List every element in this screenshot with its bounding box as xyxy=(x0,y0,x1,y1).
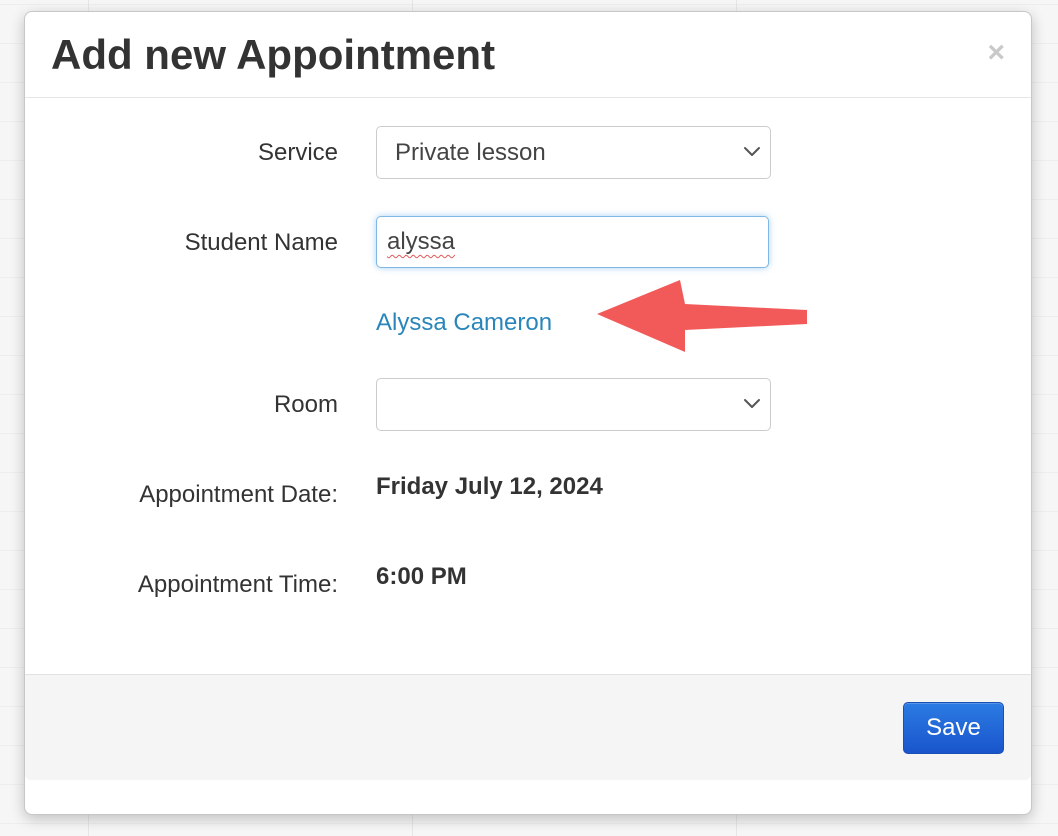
modal-title: Add new Appointment xyxy=(51,31,496,78)
appointment-time-label: Appointment Time: xyxy=(137,571,338,598)
service-select[interactable]: Private lesson xyxy=(376,126,771,179)
modal-header: Add new Appointment × xyxy=(25,12,1031,98)
close-icon[interactable]: × xyxy=(987,36,1005,70)
service-label: Service xyxy=(257,139,338,166)
student-name-label: Student Name xyxy=(184,229,338,256)
arrow-left-icon xyxy=(597,280,807,352)
appointment-date-value: Friday July 12, 2024 xyxy=(376,473,603,500)
service-selected-value: Private lesson xyxy=(395,139,546,166)
student-name-value: alyssa xyxy=(387,228,456,255)
appointment-modal: Add new Appointment × Service Private le… xyxy=(24,11,1032,815)
room-select[interactable] xyxy=(376,378,771,431)
appointment-date-label: Appointment Date: xyxy=(139,481,338,508)
student-suggestion-link[interactable]: Alyssa Cameron xyxy=(376,308,552,338)
save-button[interactable]: Save xyxy=(903,702,1004,754)
modal-footer: Save xyxy=(25,674,1031,780)
chevron-down-icon xyxy=(744,399,760,408)
chevron-down-icon xyxy=(744,147,760,156)
appointment-time-value: 6:00 PM xyxy=(376,563,467,590)
room-label: Room xyxy=(273,391,338,418)
student-name-input[interactable]: alyssa xyxy=(376,216,769,268)
